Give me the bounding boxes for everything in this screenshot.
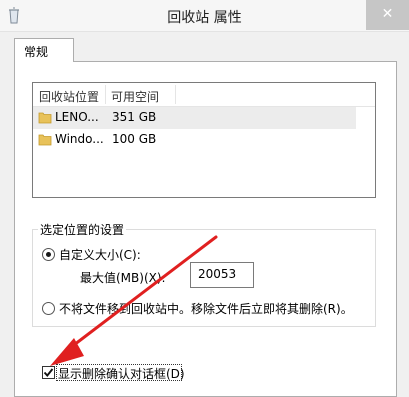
- tab-general[interactable]: 常规: [14, 38, 74, 62]
- column-header-location[interactable]: 回收站位置: [39, 88, 99, 105]
- max-size-value: 20053: [198, 267, 237, 281]
- location-name: Windo...: [55, 132, 104, 146]
- tab-general-label: 常规: [24, 45, 49, 59]
- window-title: 回收站 属性: [167, 10, 242, 26]
- max-size-input[interactable]: 20053: [190, 262, 254, 288]
- list-item[interactable]: LENO... 351 GB: [33, 107, 356, 129]
- folder-icon: [38, 133, 52, 146]
- max-size-label: 最大值(MB)(X):: [80, 271, 166, 285]
- list-item[interactable]: Windo... 100 GB: [33, 129, 356, 151]
- location-list[interactable]: 回收站位置 可用空间 LENO... 351 GB Windo... 100 G…: [32, 82, 376, 198]
- list-header: 回收站位置 可用空间: [33, 83, 375, 107]
- location-free-space: 100 GB: [112, 132, 157, 146]
- close-button[interactable]: ✕: [366, 0, 409, 30]
- location-name: LENO...: [55, 110, 99, 124]
- custom-size-label[interactable]: 自定义大小(C):: [59, 246, 141, 263]
- column-header-free-space[interactable]: 可用空间: [111, 88, 159, 105]
- column-divider[interactable]: [175, 85, 176, 104]
- radio-selected-dot: [46, 252, 51, 257]
- confirm-delete-label[interactable]: 显示删除确认对话框(D): [58, 365, 185, 382]
- confirm-delete-checkbox[interactable]: [42, 366, 55, 379]
- title-bar: 回收站 属性 ✕: [0, 0, 409, 32]
- location-free-space: 351 GB: [112, 110, 157, 124]
- column-divider[interactable]: [105, 85, 106, 104]
- custom-size-radio[interactable]: [42, 248, 55, 261]
- settings-group-title: 选定位置的设置: [38, 221, 127, 238]
- checkmark-icon: [43, 368, 54, 377]
- folder-icon: [38, 111, 52, 124]
- delete-immediately-radio[interactable]: [42, 302, 55, 315]
- close-icon: ✕: [381, 6, 394, 22]
- delete-immediately-label[interactable]: 不将文件移到回收站中。移除文件后立即将其删除(R)。: [59, 300, 353, 317]
